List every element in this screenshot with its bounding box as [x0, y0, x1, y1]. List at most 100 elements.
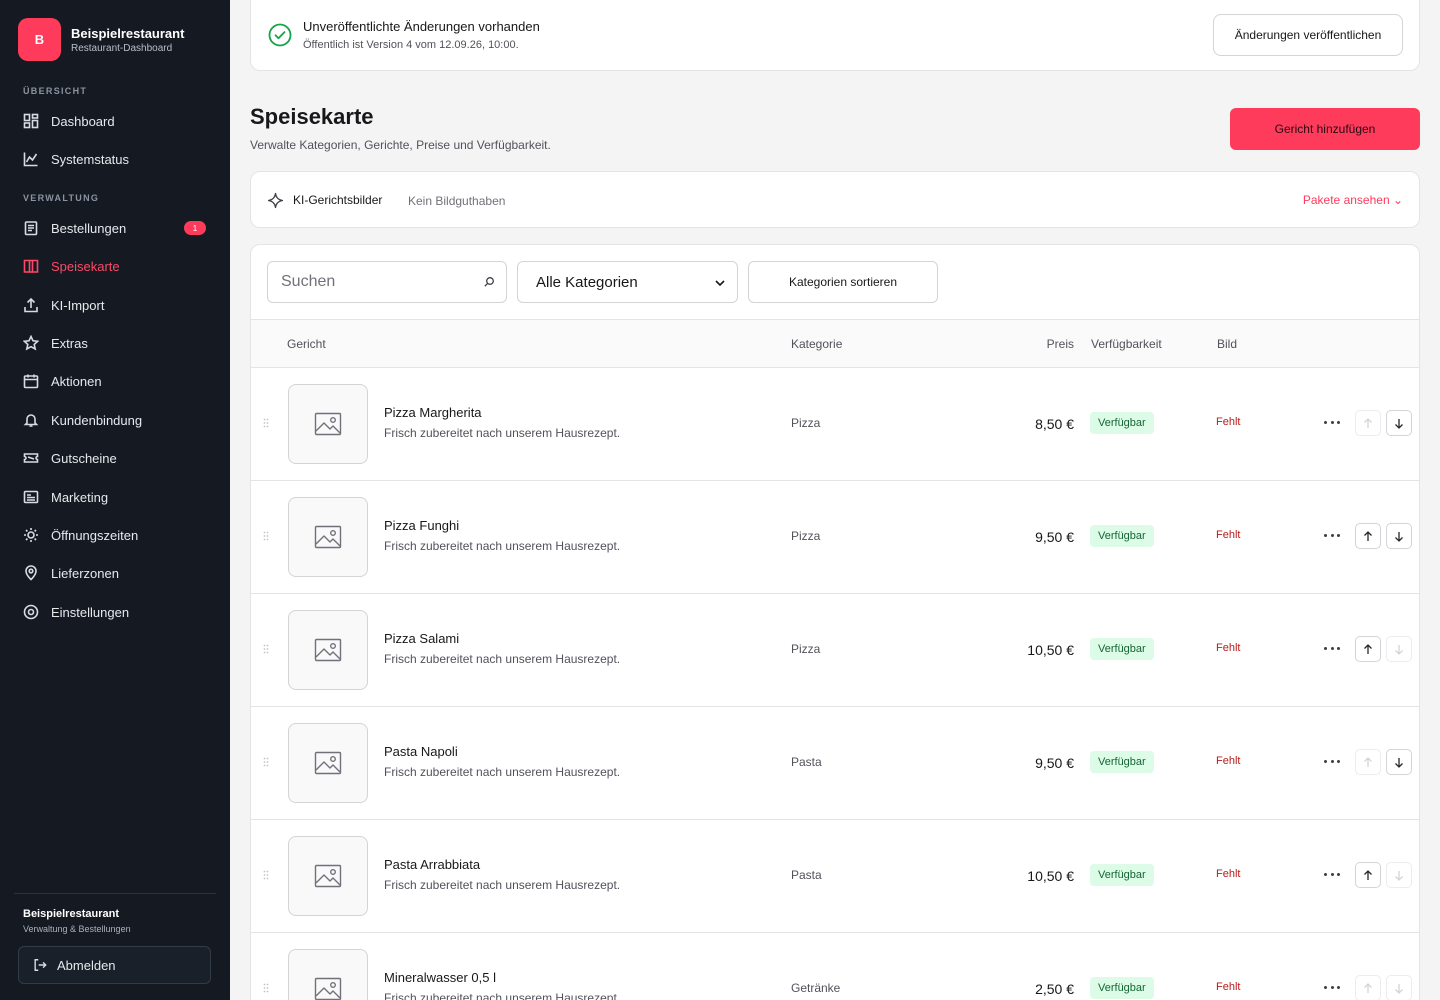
move-down-button[interactable] — [1386, 749, 1412, 775]
move-up-button[interactable] — [1355, 749, 1381, 775]
sidebar-item-label: Einstellungen — [51, 604, 130, 620]
move-up-button[interactable] — [1355, 975, 1381, 1000]
dish-price: 2,50 € — [1035, 981, 1074, 997]
sidebar: B Beispielrestaurant Restaurant-Dashboar… — [0, 0, 230, 1000]
move-down-button[interactable] — [1386, 636, 1412, 662]
publish-changes-button[interactable]: Änderungen veröffentlichen — [1213, 14, 1403, 56]
availability-badge[interactable]: Verfügbar — [1090, 638, 1154, 660]
image-status: Fehlt — [1216, 529, 1241, 541]
ticket-icon — [22, 449, 40, 467]
sidebar-item-extras[interactable]: Extras — [22, 328, 208, 358]
logout-button[interactable]: Abmelden — [18, 946, 211, 984]
sidebar-item-marketing[interactable]: Marketing — [22, 482, 208, 512]
view-packages-link[interactable]: Pakete ansehen ⌄ — [1303, 193, 1403, 207]
availability-badge[interactable]: Verfügbar — [1090, 751, 1154, 773]
column-header-image: Bild — [1217, 337, 1238, 351]
arrow-up-icon — [1364, 756, 1372, 767]
search-input[interactable] — [267, 261, 507, 303]
ai-images-title: KI-Gerichtsbilder — [293, 193, 383, 207]
availability-badge[interactable]: Verfügbar — [1090, 412, 1154, 434]
dish-image-placeholder[interactable] — [288, 497, 368, 577]
more-actions-icon[interactable] — [1324, 980, 1340, 994]
more-actions-icon[interactable] — [1324, 867, 1340, 881]
table-row[interactable]: Pizza Funghi Frisch zubereitet nach unser… — [251, 481, 1419, 594]
drag-handle-icon[interactable] — [263, 418, 269, 428]
dish-price: 10,50 € — [1027, 642, 1074, 658]
table-row[interactable]: Pizza Margherita Frisch zubereitet nach u… — [251, 368, 1419, 481]
image-status: Fehlt — [1216, 981, 1241, 993]
map-pin-icon — [22, 564, 40, 582]
sidebar-divider — [14, 893, 216, 894]
dish-name: Pizza Funghi — [384, 518, 460, 533]
image-placeholder-icon — [314, 977, 342, 1000]
sidebar-item-dashboard[interactable]: Dashboard — [22, 106, 208, 136]
sidebar-item-kundenbindung[interactable]: Kundenbindung — [22, 405, 208, 435]
dish-price: 9,50 € — [1035, 755, 1074, 771]
drag-handle-icon[interactable] — [263, 870, 269, 880]
publish-subtitle: Öffentlich ist Version 4 vom 12.09.26, 1… — [303, 39, 519, 51]
sidebar-item-einstellungen[interactable]: Einstellungen — [22, 597, 208, 627]
drag-handle-icon[interactable] — [263, 531, 269, 541]
drag-handle-icon[interactable] — [263, 983, 269, 993]
ai-images-card: KI-Gerichtsbilder Kein Bildguthaben Pake… — [250, 171, 1420, 228]
table-row[interactable]: Pasta Napoli Frisch zubereitet nach unser… — [251, 707, 1419, 820]
sidebar-item-speisekarte[interactable]: Speisekarte — [22, 251, 208, 281]
image-placeholder-icon — [314, 751, 342, 775]
sidebar-item-lieferzonen[interactable]: Lieferzonen — [22, 558, 208, 588]
move-up-button[interactable] — [1355, 862, 1381, 888]
sidebar-item-label: Bestellungen — [51, 220, 127, 236]
table-row[interactable]: Mineralwasser 0,5 l Frisch zubereitet nac… — [251, 933, 1419, 1000]
move-down-button[interactable] — [1386, 410, 1412, 436]
sidebar-item-label: KI-Import — [51, 297, 105, 313]
sidebar-item-systemstatus[interactable]: Systemstatus — [22, 144, 208, 174]
image-placeholder-icon — [314, 864, 342, 888]
dish-description: Frisch zubereitet nach unserem Hausrezep… — [384, 878, 621, 892]
move-down-button[interactable] — [1386, 862, 1412, 888]
arrow-down-icon — [1395, 418, 1403, 429]
availability-badge[interactable]: Verfügbar — [1090, 525, 1154, 547]
category-select[interactable]: Alle Kategorien — [517, 261, 738, 303]
dish-image-placeholder[interactable] — [288, 949, 368, 1000]
availability-badge[interactable]: Verfügbar — [1090, 864, 1154, 886]
sidebar-item-aktionen[interactable]: Aktionen — [22, 366, 208, 396]
move-up-button[interactable] — [1355, 523, 1381, 549]
sparkle-icon — [267, 192, 284, 209]
brand[interactable]: B Beispielrestaurant Restaurant-Dashboar… — [18, 18, 184, 61]
upload-icon — [22, 296, 40, 314]
move-down-button[interactable] — [1386, 975, 1412, 1000]
sidebar-item-gutscheine[interactable]: Gutscheine — [22, 443, 208, 473]
check-circle-icon — [268, 23, 292, 47]
arrow-down-icon — [1395, 870, 1403, 881]
move-down-button[interactable] — [1386, 523, 1412, 549]
drag-handle-icon[interactable] — [263, 757, 269, 767]
table-row[interactable]: Pasta Arrabbiata Frisch zubereitet nach u… — [251, 820, 1419, 933]
column-header-dish: Gericht — [287, 337, 326, 351]
more-actions-icon[interactable] — [1324, 754, 1340, 768]
dish-category: Pasta — [791, 755, 822, 769]
dish-image-placeholder[interactable] — [288, 836, 368, 916]
dish-image-placeholder[interactable] — [288, 723, 368, 803]
add-dish-button[interactable]: Gericht hinzufügen — [1230, 108, 1420, 150]
move-up-button[interactable] — [1355, 410, 1381, 436]
more-actions-icon[interactable] — [1324, 415, 1340, 429]
sidebar-item-label: Aktionen — [51, 373, 102, 389]
dish-image-placeholder[interactable] — [288, 384, 368, 464]
table-row[interactable]: Pizza Salami Frisch zubereitet nach unser… — [251, 594, 1419, 707]
logout-icon — [34, 959, 47, 971]
more-actions-icon[interactable] — [1324, 528, 1340, 542]
sort-categories-button[interactable]: Kategorien sortieren — [748, 261, 938, 303]
availability-badge[interactable]: Verfügbar — [1090, 977, 1154, 999]
arrow-up-icon — [1364, 417, 1372, 428]
sidebar-item-ki-import[interactable]: KI-Import — [22, 290, 208, 320]
drag-handle-icon[interactable] — [263, 644, 269, 654]
sidebar-item-oeffnungszeiten[interactable]: Öffnungszeiten — [22, 520, 208, 550]
dish-name: Pizza Margherita — [384, 405, 482, 420]
dish-image-placeholder[interactable] — [288, 610, 368, 690]
section-label-overview: ÜBERSICHT — [23, 86, 88, 96]
move-up-button[interactable] — [1355, 636, 1381, 662]
sidebar-item-bestellungen[interactable]: Bestellungen 1 — [22, 213, 208, 243]
more-actions-icon[interactable] — [1324, 641, 1340, 655]
dish-description: Frisch zubereitet nach unserem Hausrezep… — [384, 652, 621, 666]
sidebar-item-label: Marketing — [51, 489, 109, 505]
sidebar-item-label: Öffnungszeiten — [51, 527, 139, 543]
